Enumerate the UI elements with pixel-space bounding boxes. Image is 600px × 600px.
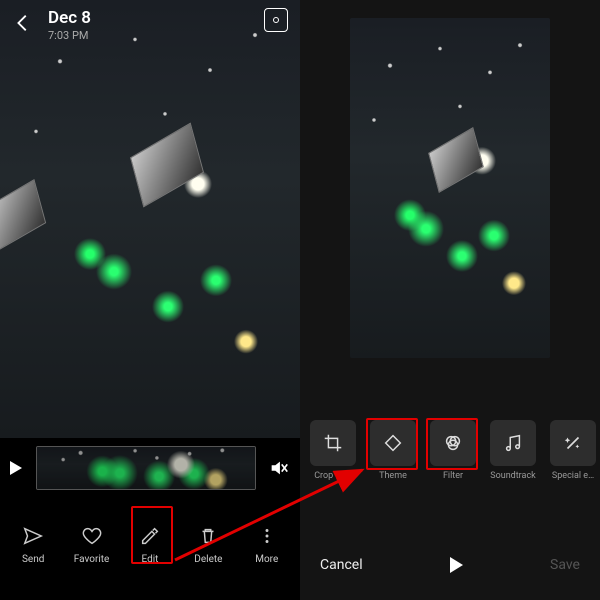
- photo-time: 7:03 PM: [48, 29, 91, 42]
- video-timeline: [0, 438, 300, 498]
- editor-preview[interactable]: [350, 18, 550, 358]
- film-strip[interactable]: [36, 446, 256, 490]
- focus-icon[interactable]: [264, 8, 288, 32]
- tool-theme[interactable]: Theme: [366, 420, 420, 481]
- theme-icon: [370, 420, 416, 466]
- delete-button[interactable]: Delete: [180, 523, 236, 565]
- tool-special[interactable]: Special e…: [546, 420, 600, 481]
- music-icon: [490, 420, 536, 466]
- photo-preview[interactable]: [0, 0, 300, 438]
- magic-icon: [550, 420, 596, 466]
- favorite-button[interactable]: Favorite: [64, 523, 120, 565]
- edit-button[interactable]: Edit: [122, 523, 178, 565]
- gallery-viewer-panel: Dec 8 7:03 PM Send: [0, 0, 300, 600]
- tool-soundtrack[interactable]: Soundtrack: [486, 420, 540, 481]
- cancel-button[interactable]: Cancel: [320, 557, 363, 573]
- viewer-header: Dec 8 7:03 PM: [0, 0, 300, 50]
- heart-icon: [79, 523, 105, 549]
- more-button[interactable]: More: [239, 523, 295, 565]
- tool-crop[interactable]: Crop & r…: [306, 420, 360, 481]
- editor-tool-row: Crop & r… Theme Filter Soundtrack: [300, 420, 600, 481]
- send-icon: [20, 523, 46, 549]
- viewer-bottom-actions: Send Favorite Edit Delete: [0, 504, 300, 584]
- mute-icon[interactable]: [268, 457, 290, 479]
- play-icon[interactable]: [10, 461, 22, 475]
- tool-filter[interactable]: Filter: [426, 420, 480, 481]
- send-button[interactable]: Send: [5, 523, 61, 565]
- editor-panel: Crop & r… Theme Filter Soundtrack: [300, 0, 600, 600]
- filter-icon: [430, 420, 476, 466]
- save-button[interactable]: Save: [550, 557, 580, 573]
- editor-footer: Cancel Save: [300, 530, 600, 600]
- more-icon: [254, 523, 280, 549]
- trash-icon: [195, 523, 221, 549]
- edit-icon: [137, 523, 163, 549]
- editor-play-icon[interactable]: [450, 557, 463, 573]
- crop-icon: [310, 420, 356, 466]
- back-arrow-icon[interactable]: [12, 12, 34, 34]
- photo-date: Dec 8: [48, 8, 91, 28]
